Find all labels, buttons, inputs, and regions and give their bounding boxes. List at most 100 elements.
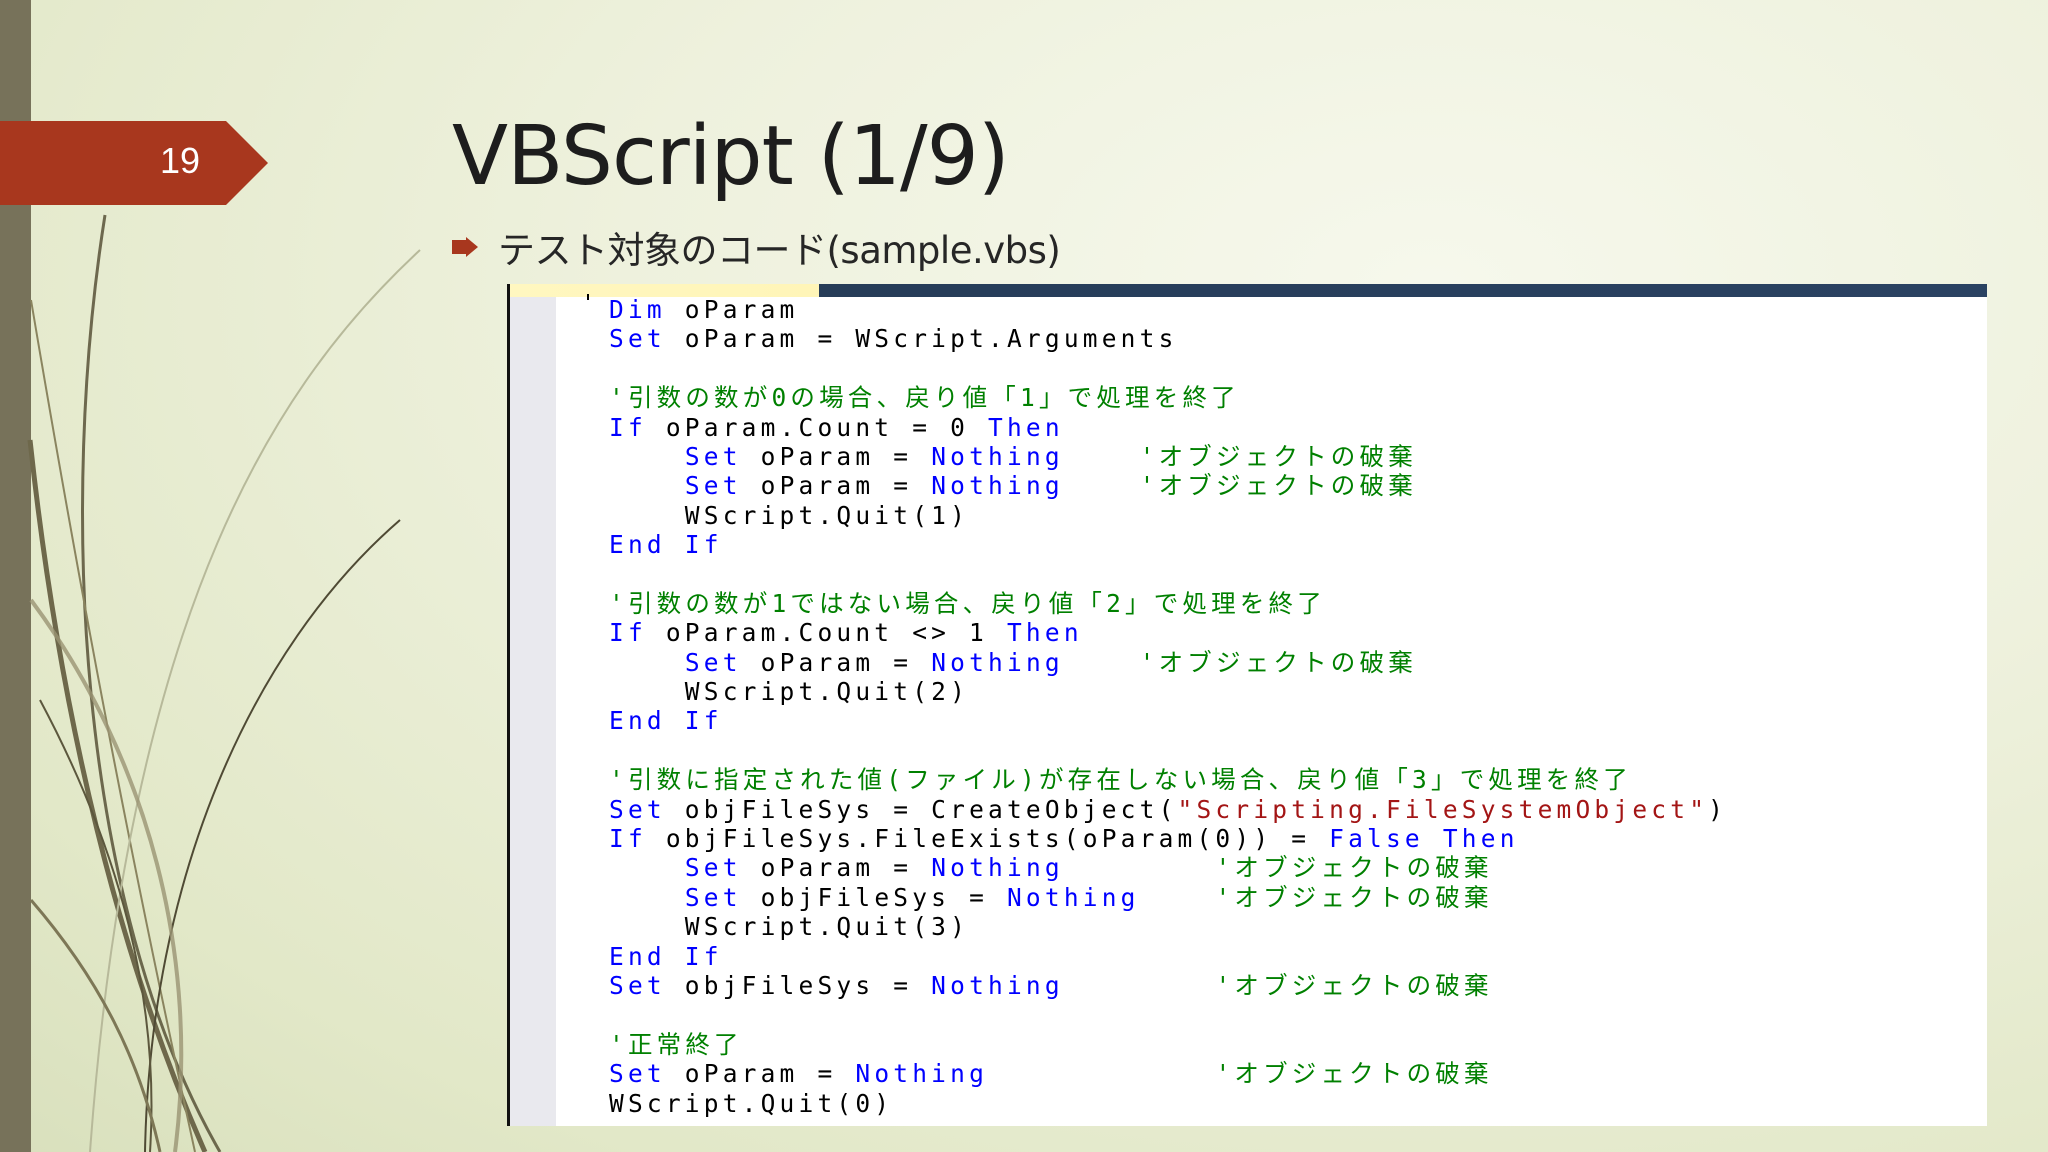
code-token-keyword: End If — [609, 530, 723, 560]
code-token-comment: 'オブジェクトの破棄 — [1215, 882, 1493, 912]
code-token-keyword: Set — [684, 647, 742, 677]
code-line: '正常終了 — [609, 1030, 1727, 1059]
code-token-comment: 'オブジェクトの破棄 — [1139, 441, 1417, 471]
code-token-text: oParam = — [741, 441, 932, 471]
code-token-text: objFileSys.FileExists(oParam(0)) = — [646, 824, 1330, 854]
code-token-keyword: Set — [609, 794, 666, 824]
decor-stroke-8 — [29, 899, 162, 1152]
code-line: If objFileSys.FileExists(oParam(0)) = Fa… — [609, 824, 1727, 853]
code-token-keyword: Nothing — [1006, 882, 1140, 912]
code-token-text: objFileSys = CreateObject( — [665, 794, 1178, 824]
code-line: End If — [609, 706, 1727, 735]
code-token-keyword: Set — [684, 441, 742, 471]
code-line: Dim oParam — [609, 295, 1727, 324]
code-line: If oParam.Count = 0 Then — [609, 413, 1727, 442]
code-token-comment: '引数に指定された値(ファイル)が存在しない場合、戻り値「3」で処理を終了 — [609, 765, 1632, 795]
code-line: WScript.Quit(2) — [609, 677, 1727, 706]
arrow-right-icon — [452, 237, 478, 257]
code-token-comment: '引数の数が0の場合、戻り値「1」で処理を終了 — [609, 383, 1240, 413]
code-token-keyword: False — [1329, 824, 1424, 854]
code-token-keyword: If — [609, 618, 647, 648]
code-token-keyword: Then — [1442, 824, 1519, 854]
code-token-text: oParam = — [741, 853, 932, 883]
code-token-keyword: End If — [609, 941, 723, 971]
slide-title: VBScript (1/9) — [452, 109, 1010, 204]
code-line: End If — [609, 530, 1727, 559]
code-token-keyword: Then — [1006, 618, 1083, 648]
page-number: 19 — [160, 140, 201, 181]
code-token-keyword: Nothing — [931, 970, 1064, 1000]
code-line: '引数に指定された値(ファイル)が存在しない場合、戻り値「3」で処理を終了 — [609, 765, 1727, 794]
code-token-comment: 'オブジェクトの破棄 — [1215, 970, 1493, 1000]
code-token-keyword: Set — [684, 853, 742, 883]
decor-stroke-3 — [30, 299, 196, 1152]
code-token-text: ) — [1708, 794, 1728, 824]
code-line: End If — [609, 942, 1727, 971]
code-token-text: WScript.Quit(0) — [609, 1088, 894, 1118]
decor-stroke-2 — [27, 439, 208, 1152]
code-token-string: "Scripting.FileSystemObject" — [1177, 794, 1709, 824]
page-number-tag — [0, 121, 268, 205]
code-token-text: objFileSys = — [741, 882, 1007, 912]
code-line: Set oParam = Nothing 'オブジェクトの破棄 — [609, 471, 1727, 500]
code-line: Set oParam = Nothing 'オブジェクトの破棄 — [609, 442, 1727, 471]
code-line: WScript.Quit(0) — [609, 1089, 1727, 1118]
code-token-keyword: Nothing — [931, 471, 1064, 501]
code-line: Set objFileSys = Nothing 'オブジェクトの破棄 — [609, 883, 1727, 912]
code-line: WScript.Quit(1) — [609, 501, 1727, 530]
code-line: Set oParam = WScript.Arguments — [609, 324, 1727, 353]
code-token-keyword: Set — [609, 1059, 666, 1089]
code-token-text: oParam = WScript.Arguments — [665, 324, 1178, 354]
code-token-keyword: Nothing — [931, 853, 1064, 883]
code-token-keyword: Set — [609, 970, 666, 1000]
code-line: '引数の数が1ではない場合、戻り値「2」で処理を終了 — [609, 589, 1727, 618]
code-line: Set oParam = Nothing 'オブジェクトの破棄 — [609, 1059, 1727, 1088]
code-token-comment: 'オブジェクトの破棄 — [1139, 647, 1417, 677]
code-gutter — [510, 297, 556, 1126]
code-token-keyword: Set — [609, 324, 666, 354]
code-token-comment: 'オブジェクトの破棄 — [1215, 853, 1493, 883]
code-cursor-mark — [587, 294, 589, 300]
code-token-comment: 'オブジェクトの破棄 — [1139, 471, 1417, 501]
code-screenshot: Dim oParam Set oParam = WScript.Arguments… — [507, 284, 1987, 1126]
code-token-text: oParam — [665, 295, 799, 324]
code-token-text: WScript.Quit(2) — [609, 677, 970, 707]
code-token-keyword: If — [609, 412, 647, 442]
bullet-text: テスト対象のコード(sample.vbs) — [498, 229, 1061, 272]
code-token-text: oParam.Count <> 1 — [646, 618, 1007, 648]
code-token-comment: 'オブジェクトの破棄 — [1215, 1059, 1493, 1089]
code-line: If oParam.Count <> 1 Then — [609, 618, 1727, 647]
code-listing: Dim oParam Set oParam = WScript.Arguments… — [609, 295, 1727, 1118]
code-token-text: oParam = — [665, 1059, 856, 1089]
code-token-text: objFileSys = — [665, 970, 932, 1000]
code-token-keyword: Set — [684, 882, 742, 912]
bullet-item: テスト対象のコード(sample.vbs) — [452, 222, 1061, 272]
decor-stroke-4 — [89, 249, 421, 1152]
code-token-keyword: End If — [609, 706, 723, 736]
code-token-keyword: Set — [684, 471, 742, 501]
code-token-keyword: Dim — [609, 295, 666, 324]
code-token-comment: '正常終了 — [609, 1029, 743, 1059]
code-token-text: WScript.Quit(1) — [609, 500, 970, 530]
code-token-text: oParam = — [741, 471, 932, 501]
code-token-keyword: Then — [988, 412, 1064, 442]
code-token-keyword: Nothing — [855, 1059, 989, 1089]
code-token-comment: '引数の数が1ではない場合、戻り値「2」で処理を終了 — [609, 588, 1326, 618]
